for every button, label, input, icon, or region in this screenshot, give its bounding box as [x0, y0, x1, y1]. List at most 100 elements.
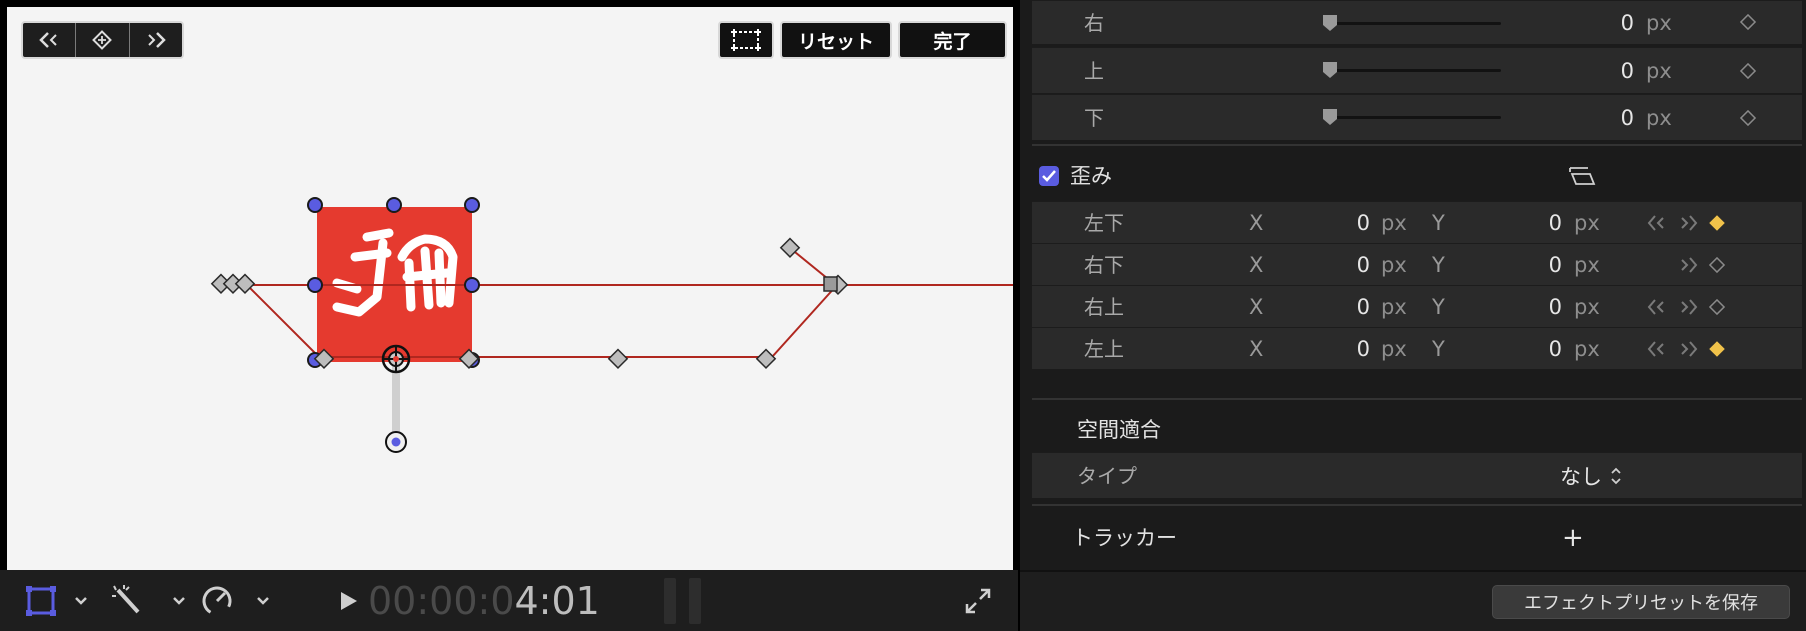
inspector-panel: 右 0 px 上 0 px 下 0 px 歪み 左下 X 0 px Y 0 px… [1018, 0, 1806, 631]
y-axis-label: Y [1432, 337, 1445, 361]
previous-keyframe-icon[interactable] [1646, 339, 1668, 359]
y-value-field[interactable]: 0 [1522, 244, 1562, 286]
param-label: 左下 [1084, 211, 1124, 235]
x-value-field[interactable]: 0 [1332, 286, 1370, 328]
timecode-value: 4:01 [514, 578, 600, 623]
audio-meter-left [664, 578, 676, 624]
transform-icon [26, 585, 87, 616]
add-keyframe-icon [92, 30, 113, 50]
speedometer-icon [202, 586, 269, 615]
unit-label: px [1574, 295, 1600, 319]
type-select[interactable]: なし [1560, 453, 1622, 499]
distort-mode-icon[interactable] [1568, 164, 1596, 188]
distort-title: 歪み [1070, 164, 1112, 188]
keyframe-diamond-icon[interactable] [1739, 62, 1757, 80]
anchor-point[interactable] [381, 344, 411, 374]
previous-keyframe-button[interactable] [23, 23, 77, 57]
unit-label: px [1646, 59, 1672, 83]
viewer-canvas[interactable]: リセット 完了 [7, 7, 1013, 570]
unit-label: px [1574, 337, 1600, 361]
next-keyframe-icon[interactable] [1677, 339, 1699, 359]
x-value-field[interactable]: 0 [1332, 202, 1370, 244]
reset-button[interactable]: リセット [780, 21, 892, 59]
next-keyframe-icon[interactable] [1677, 297, 1699, 317]
next-keyframe-icon[interactable] [1677, 213, 1699, 233]
save-effect-preset-button[interactable]: エフェクトプリセットを保存 [1492, 585, 1790, 619]
unit-label: px [1574, 211, 1600, 235]
crop-frame-icon [731, 29, 761, 51]
enhance-menu-button[interactable] [110, 570, 190, 631]
inspector-footer: エフェクトプリセットを保存 [1020, 570, 1806, 631]
value-field[interactable]: 0 [1592, 95, 1634, 141]
distort-row-bottom-right: 右下 X 0 px Y 0 px [1032, 243, 1802, 285]
trim-right-row: 右 0 px [1032, 0, 1802, 44]
viewer-toolbar: 00:00:0 4:01 [0, 570, 1018, 631]
trim-top-row: 上 0 px [1032, 47, 1802, 93]
trim-bottom-row: 下 0 px [1032, 94, 1802, 140]
slider-thumb[interactable] [1322, 14, 1338, 32]
keyframe-active-icon[interactable] [1708, 340, 1726, 358]
param-label: 左上 [1084, 337, 1124, 361]
param-label: 下 [1084, 106, 1104, 130]
spatial-conform-header: 空間適合 [1020, 406, 1806, 454]
x-axis-label: X [1249, 337, 1264, 361]
distort-overlay [210, 197, 1013, 453]
value-field[interactable]: 0 [1592, 1, 1634, 45]
keyframe-diamonds[interactable] [210, 237, 849, 369]
magic-wand-icon [112, 584, 185, 613]
previous-keyframe-icon[interactable] [1646, 297, 1668, 317]
retime-menu-button[interactable] [200, 570, 280, 631]
slider-thumb[interactable] [1322, 61, 1338, 79]
fullscreen-button[interactable] [964, 570, 992, 631]
keyframe-diamond-icon[interactable] [1739, 109, 1757, 127]
y-value-field[interactable]: 0 [1522, 202, 1562, 244]
play-button[interactable] [338, 570, 360, 631]
add-tracker-button[interactable]: + [1562, 512, 1584, 564]
done-button[interactable]: 完了 [898, 21, 1007, 59]
previous-keyframe-icon[interactable] [1646, 213, 1668, 233]
distort-section-header: 歪み [1020, 152, 1806, 200]
y-axis-label: Y [1432, 211, 1445, 235]
viewer: リセット 完了 00:00:0 4:01 [0, 0, 1018, 631]
keyframe-diamond-icon[interactable] [1708, 298, 1726, 316]
distort-row-top-left: 左上 X 0 px Y 0 px [1032, 327, 1802, 369]
rotation-handle[interactable] [385, 431, 407, 453]
up-down-chevron-icon [1611, 467, 1621, 485]
unit-label: px [1381, 337, 1407, 361]
unit-label: px [1381, 211, 1407, 235]
slider-track[interactable] [1329, 22, 1501, 25]
x-value-field[interactable]: 0 [1332, 328, 1370, 370]
keyframe-active-icon[interactable] [1708, 214, 1726, 232]
next-keyframe-icon [148, 32, 166, 48]
unit-label: px [1646, 11, 1672, 35]
previous-keyframe-icon [39, 32, 57, 48]
value-field[interactable]: 0 [1592, 48, 1634, 94]
add-keyframe-button[interactable] [76, 23, 130, 57]
y-value-field[interactable]: 0 [1522, 286, 1562, 328]
timecode-display[interactable]: 00:00:0 4:01 [368, 570, 600, 631]
slider-thumb[interactable] [1322, 108, 1338, 126]
spatial-conform-title: 空間適合 [1077, 418, 1161, 442]
param-label: 上 [1084, 59, 1104, 83]
next-keyframe-icon[interactable] [1677, 255, 1699, 275]
type-select-value: なし [1560, 465, 1602, 489]
tracker-header: トラッカー + [1020, 512, 1806, 564]
distort-row-top-right: 右上 X 0 px Y 0 px [1032, 285, 1802, 327]
param-label: 右上 [1084, 295, 1124, 319]
transform-menu-button[interactable] [26, 570, 88, 631]
section-divider [1032, 504, 1802, 506]
section-divider [1032, 144, 1802, 146]
param-label: 右 [1084, 11, 1104, 35]
next-keyframe-button[interactable] [130, 23, 182, 57]
x-value-field[interactable]: 0 [1332, 244, 1370, 286]
distort-checkbox[interactable] [1038, 165, 1060, 187]
crop-mode-button[interactable] [718, 21, 774, 59]
y-value-field[interactable]: 0 [1522, 328, 1562, 370]
y-axis-label: Y [1432, 295, 1445, 319]
keyframe-diamond-icon[interactable] [1739, 13, 1757, 31]
spatial-type-row: タイプ なし [1032, 452, 1802, 498]
app-window: リセット 完了 00:00:0 4:01 右 0 px 上 0 px 下 0 p… [0, 0, 1806, 631]
slider-track[interactable] [1329, 69, 1501, 72]
keyframe-diamond-icon[interactable] [1708, 256, 1726, 274]
slider-track[interactable] [1329, 116, 1501, 119]
